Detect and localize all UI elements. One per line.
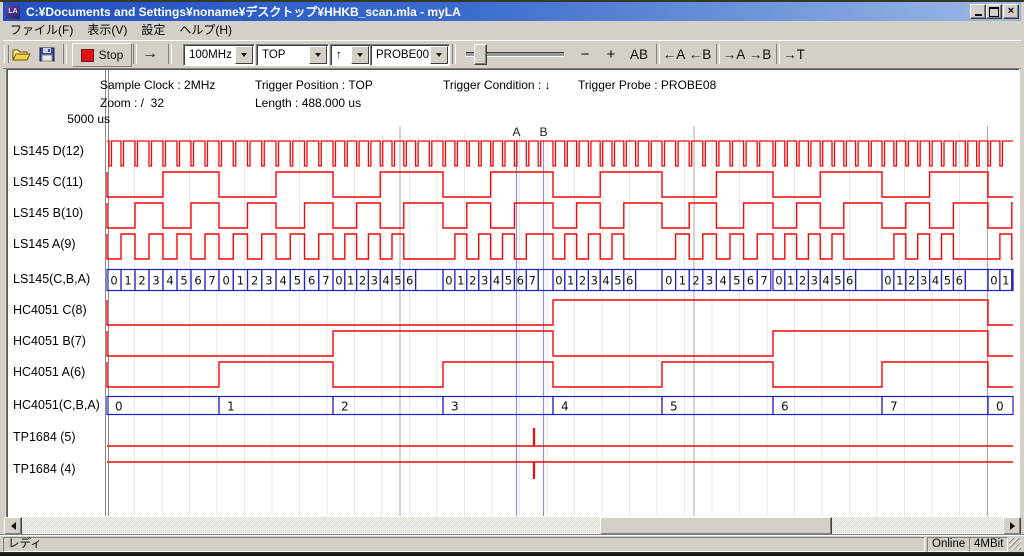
info-trigger-probe: Trigger Probe : PROBE08	[578, 78, 716, 92]
svg-text:0: 0	[222, 274, 229, 288]
svg-text:2: 2	[579, 274, 586, 288]
svg-text:4: 4	[720, 274, 727, 288]
svg-text:4: 4	[279, 274, 286, 288]
svg-text:2: 2	[138, 274, 145, 288]
svg-text:6: 6	[517, 274, 524, 288]
svg-text:1: 1	[1002, 274, 1009, 288]
svg-text:4: 4	[822, 274, 829, 288]
svg-text:4: 4	[382, 274, 389, 288]
svg-text:4: 4	[932, 274, 939, 288]
channel-label-ls145-bus: LS145(C,B,A)	[13, 272, 90, 286]
channel-label-ls145-c11: LS145 C(11)	[13, 175, 83, 189]
svg-text:2: 2	[908, 274, 915, 288]
svg-text:6: 6	[781, 400, 789, 414]
svg-text:1: 1	[679, 274, 686, 288]
svg-text:1: 1	[237, 274, 244, 288]
svg-text:3: 3	[371, 274, 378, 288]
svg-text:0: 0	[990, 274, 997, 288]
info-length: Length : 488.000 us	[255, 96, 361, 110]
svg-text:6: 6	[406, 274, 413, 288]
svg-text:0: 0	[555, 274, 562, 288]
channel-label-ls145-a9: LS145 A(9)	[13, 237, 76, 251]
svg-text:3: 3	[481, 274, 488, 288]
cursor-label-A: A	[512, 125, 520, 139]
svg-text:6: 6	[194, 274, 201, 288]
svg-text:3: 3	[591, 274, 598, 288]
svg-text:1: 1	[347, 274, 354, 288]
svg-text:7: 7	[890, 400, 898, 414]
svg-text:3: 3	[811, 274, 818, 288]
svg-text:0: 0	[996, 400, 1004, 414]
svg-text:0: 0	[115, 400, 123, 414]
time-origin-label: 5000 us	[58, 112, 110, 126]
svg-text:1: 1	[787, 274, 794, 288]
svg-text:0: 0	[445, 274, 452, 288]
channel-label-ls145-b10: LS145 B(10)	[13, 206, 83, 220]
svg-text:7: 7	[529, 274, 536, 288]
svg-text:3: 3	[152, 274, 159, 288]
channel-label-tp1684-5: TP1684 (5)	[13, 430, 76, 444]
svg-text:6: 6	[626, 274, 633, 288]
channel-label-tp1684-4: TP1684 (4)	[13, 462, 76, 476]
svg-text:4: 4	[166, 274, 173, 288]
svg-text:1: 1	[457, 274, 464, 288]
svg-text:4: 4	[493, 274, 500, 288]
svg-text:3: 3	[265, 274, 272, 288]
channel-label-hc4051-bus: HC4051(C,B,A)	[13, 398, 100, 412]
svg-text:5: 5	[670, 400, 678, 414]
svg-text:2: 2	[799, 274, 806, 288]
svg-text:0: 0	[335, 274, 342, 288]
svg-text:7: 7	[208, 274, 215, 288]
svg-text:1: 1	[896, 274, 903, 288]
svg-text:5: 5	[834, 274, 841, 288]
svg-text:6: 6	[956, 274, 963, 288]
svg-text:2: 2	[341, 400, 349, 414]
svg-text:0: 0	[665, 274, 672, 288]
svg-text:6: 6	[308, 274, 315, 288]
svg-text:5: 5	[944, 274, 951, 288]
cursor-label-B: B	[539, 125, 547, 139]
svg-text:2: 2	[692, 274, 699, 288]
svg-text:6: 6	[747, 274, 754, 288]
svg-text:7: 7	[760, 274, 767, 288]
svg-text:5: 5	[614, 274, 621, 288]
svg-text:1: 1	[567, 274, 574, 288]
svg-text:4: 4	[561, 400, 569, 414]
svg-text:2: 2	[469, 274, 476, 288]
svg-text:5: 5	[180, 274, 187, 288]
info-sample-clock: Sample Clock : 2MHz	[100, 78, 215, 92]
svg-text:5: 5	[505, 274, 512, 288]
svg-text:4: 4	[602, 274, 609, 288]
channel-label-hc4051-b7: HC4051 B(7)	[13, 334, 86, 348]
info-trigger-condition: Trigger Condition : ↓	[443, 78, 551, 92]
svg-text:3: 3	[706, 274, 713, 288]
svg-text:5: 5	[294, 274, 301, 288]
svg-text:0: 0	[775, 274, 782, 288]
svg-text:1: 1	[227, 400, 235, 414]
svg-text:2: 2	[251, 274, 258, 288]
svg-text:5: 5	[733, 274, 740, 288]
svg-text:1: 1	[124, 274, 131, 288]
svg-text:6: 6	[846, 274, 853, 288]
svg-text:7: 7	[322, 274, 329, 288]
info-zoom: Zoom : / 32	[100, 96, 164, 110]
svg-text:3: 3	[920, 274, 927, 288]
svg-text:0: 0	[110, 274, 117, 288]
channel-label-hc4051-a6: HC4051 A(6)	[13, 365, 85, 379]
svg-text:2: 2	[359, 274, 366, 288]
info-trigger-position: Trigger Position : TOP	[255, 78, 373, 92]
svg-text:0: 0	[884, 274, 891, 288]
channel-label-ls145-d12: LS145 D(12)	[13, 144, 84, 158]
svg-text:3: 3	[451, 400, 459, 414]
channel-label-hc4051-c8: HC4051 C(8)	[13, 303, 87, 317]
svg-text:5: 5	[394, 274, 401, 288]
